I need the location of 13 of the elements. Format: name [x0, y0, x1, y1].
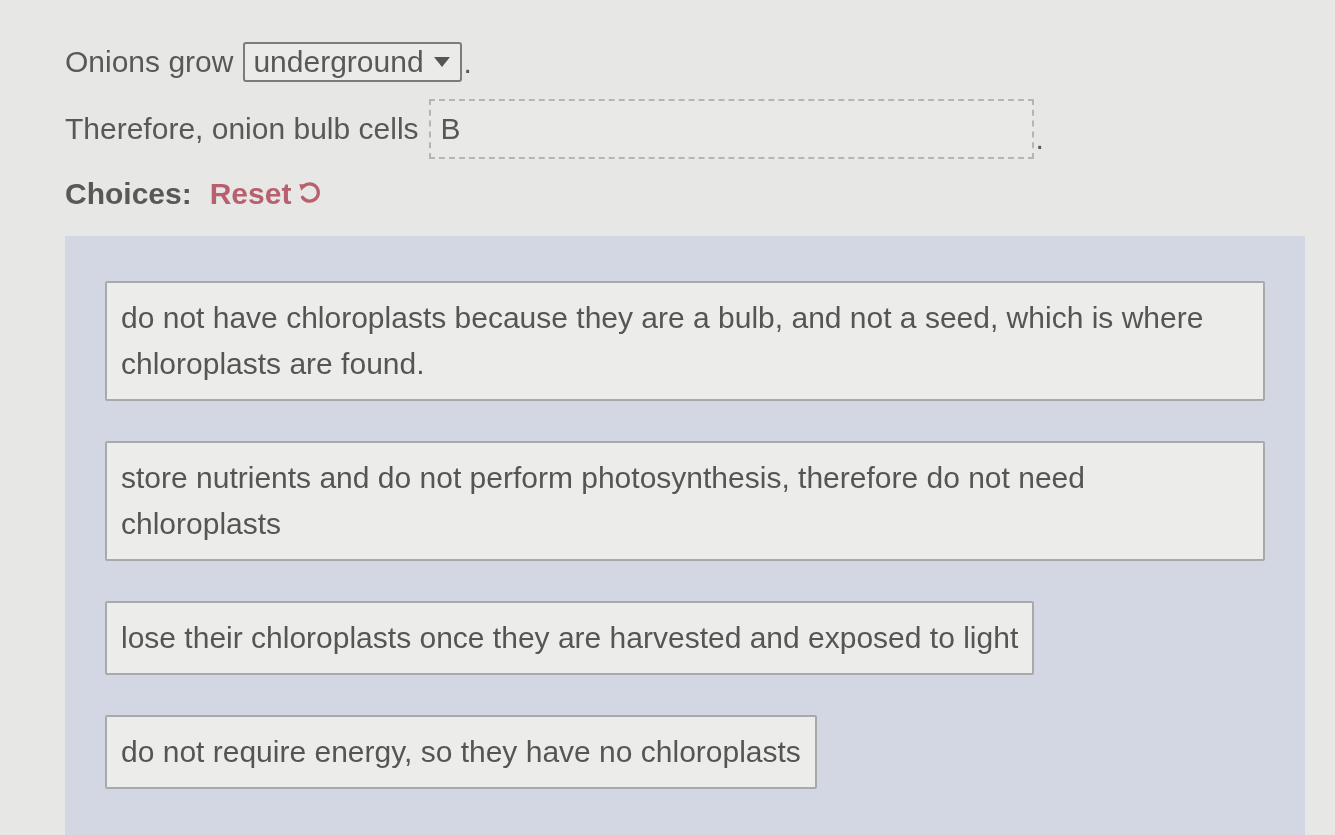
answer-choice[interactable]: store nutrients and do not perform photosynthesis, therefore do not need chloroplasts: [105, 441, 1265, 561]
punctuation-text: .: [1035, 122, 1044, 157]
answer-choice[interactable]: do not require energy, so they have no chloroplasts: [105, 715, 817, 789]
dropdown-select[interactable]: underground: [243, 42, 462, 82]
sentence-text: Therefore, onion bulb cells: [65, 112, 419, 146]
punctuation-text: .: [463, 46, 472, 81]
reset-link[interactable]: Reset: [209, 177, 324, 211]
answer-box[interactable]: B: [428, 99, 1034, 159]
choices-label: Choices:: [65, 177, 192, 211]
sentence-text: Onions grow: [65, 45, 234, 79]
caret-icon: [433, 57, 450, 67]
answer-choice[interactable]: do not have chloroplasts because they are a bulb, and not a seed, which is where chloroplasts are found.: [105, 281, 1265, 401]
answer-choice[interactable]: lose their chloroplasts once they are harvested and exposed to light: [105, 601, 1035, 675]
